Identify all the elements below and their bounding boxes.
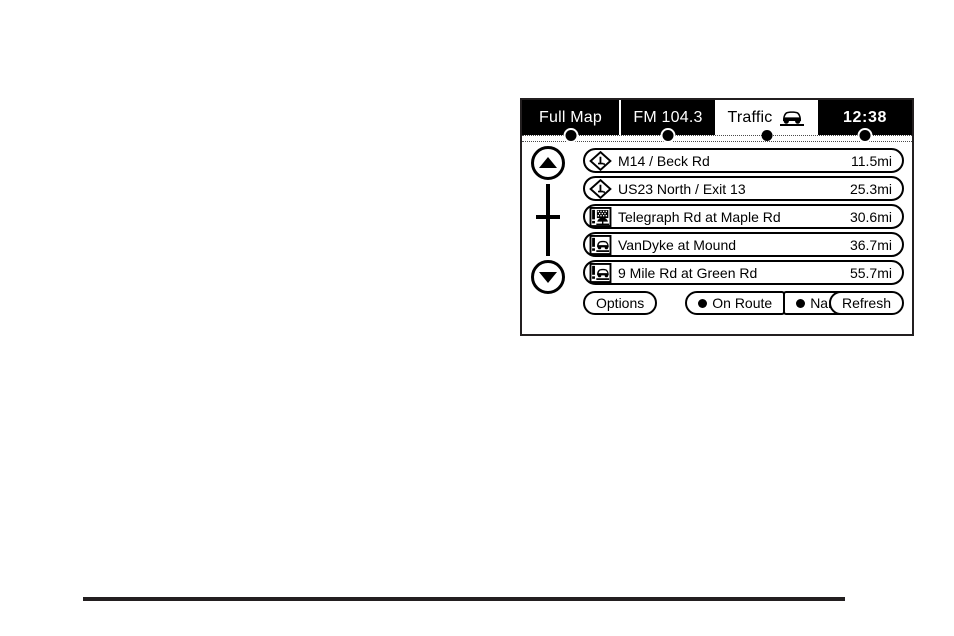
incident-diamond-icon (589, 178, 612, 199)
refresh-button[interactable]: Refresh (828, 291, 904, 315)
incident-distance: 30.6mi (849, 208, 892, 225)
list-item[interactable]: 9 Mile Rd at Green Rd 55.7mi (583, 260, 904, 285)
scrollbar-thumb[interactable] (536, 215, 560, 219)
incident-distance: 55.7mi (849, 264, 892, 281)
incident-crash-icon (589, 234, 612, 255)
navigation-screen: Full Map FM 104.3 Traffic 12:38 M14 / Be… (520, 98, 914, 336)
options-button-label: Options (596, 295, 645, 311)
tab-full-map[interactable]: Full Map (522, 100, 621, 141)
incident-name: M14 / Beck Rd (618, 152, 710, 169)
triangle-up-icon (539, 156, 557, 168)
car-icon (780, 111, 805, 126)
clock-label: 12:38 (843, 108, 887, 126)
screen-body: M14 / Beck Rd 11.5mi US23 North / Exit 1… (522, 140, 912, 334)
incident-name: 9 Mile Rd at Green Rd (618, 264, 758, 281)
list-item[interactable]: M14 / Beck Rd 11.5mi (583, 148, 904, 173)
scroll-up-button[interactable] (531, 146, 565, 180)
tab-indicator-dot (761, 130, 772, 141)
list-scrollbar[interactable] (531, 146, 571, 294)
on-route-button[interactable]: On Route (685, 291, 786, 315)
incident-diamond-icon (589, 150, 612, 171)
tab-traffic-label: Traffic (727, 108, 773, 126)
tab-bar: Full Map FM 104.3 Traffic 12:38 (522, 100, 912, 141)
scrollbar-track[interactable] (546, 184, 550, 256)
options-button[interactable]: Options (583, 291, 658, 315)
list-item[interactable]: Telegraph Rd at Maple Rd 30.6mi (583, 204, 904, 229)
tab-traffic[interactable]: Traffic (717, 100, 818, 141)
list-item[interactable]: VanDyke at Mound 36.7mi (583, 232, 904, 257)
tab-indicator-dot (565, 130, 576, 141)
tab-bar-divider (522, 135, 912, 142)
tab-clock[interactable]: 12:38 (818, 100, 912, 141)
incident-distance: 11.5mi (851, 152, 892, 169)
tab-indicator-dot (662, 130, 674, 141)
tab-fm-radio-label: FM 104.3 (633, 108, 703, 126)
on-route-button-label: On Route (712, 295, 773, 311)
incident-name: Telegraph Rd at Maple Rd (618, 208, 781, 225)
radio-dot-icon (698, 298, 708, 308)
incident-name: VanDyke at Mound (618, 236, 737, 253)
radio-dot-icon (796, 298, 806, 308)
refresh-button-label: Refresh (841, 295, 891, 311)
incident-distance: 36.7mi (849, 236, 892, 253)
tab-indicator-dot (859, 130, 871, 141)
action-button-row: Options On Route Name Refresh (583, 291, 904, 315)
incident-crash-icon (589, 262, 612, 283)
incident-name: US23 North / Exit 13 (618, 180, 746, 197)
incident-distance: 25.3mi (849, 180, 892, 197)
incident-weather-icon (589, 206, 612, 227)
list-item[interactable]: US23 North / Exit 13 25.3mi (583, 176, 904, 201)
tab-full-map-label: Full Map (539, 108, 602, 126)
tab-fm-radio[interactable]: FM 104.3 (621, 100, 717, 141)
triangle-down-icon (539, 272, 557, 284)
scroll-down-button[interactable] (531, 260, 565, 294)
page-footer-rule (83, 597, 845, 601)
traffic-incident-list: M14 / Beck Rd 11.5mi US23 North / Exit 1… (583, 148, 904, 285)
